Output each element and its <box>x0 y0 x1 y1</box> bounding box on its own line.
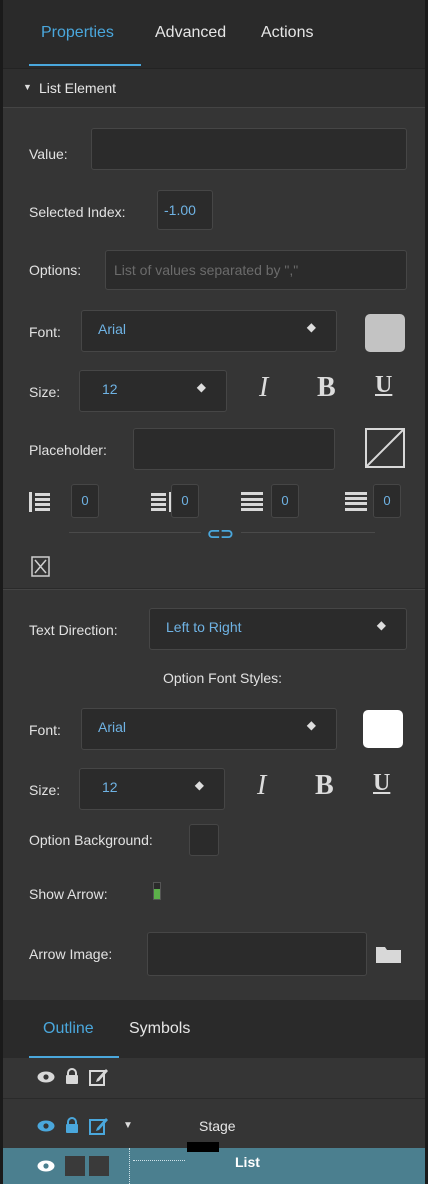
lock-icon[interactable] <box>65 1068 79 1084</box>
option-background-swatch[interactable] <box>189 824 219 856</box>
folder-icon[interactable] <box>375 944 403 964</box>
outline-header-row <box>3 1058 425 1099</box>
size-select-value: 12 <box>102 381 118 397</box>
italic-button[interactable]: I <box>259 372 268 404</box>
font-color-swatch[interactable] <box>365 314 405 352</box>
padding-link-line-left <box>69 532 201 533</box>
outline-row-label: Stage <box>199 1118 236 1134</box>
properties-tab-bar: Properties Advanced Actions <box>3 0 425 68</box>
arrow-image-label: Arrow Image: <box>29 946 113 962</box>
show-arrow-toggle[interactable] <box>153 882 161 900</box>
option-background-label: Option Background: <box>29 832 153 848</box>
bold-button[interactable]: B <box>317 372 336 404</box>
dropdown-arrows-icon: ◆ <box>194 778 204 792</box>
align-right-icon <box>151 492 172 512</box>
eye-icon[interactable] <box>37 1071 55 1083</box>
option-font-label: Font: <box>29 722 61 738</box>
expand-triangle-icon[interactable]: ▼ <box>123 1120 133 1131</box>
padding-bottom-input[interactable]: 0 <box>373 484 401 518</box>
option-italic-button[interactable]: I <box>257 770 266 802</box>
tab-properties[interactable]: Properties <box>41 24 114 42</box>
font-label: Font: <box>29 324 61 340</box>
option-font-select[interactable]: Arial ◆ <box>81 708 337 750</box>
outline-list-row[interactable]: List <box>3 1142 425 1184</box>
option-size-label: Size: <box>29 782 61 798</box>
edit-icon[interactable] <box>89 1067 109 1087</box>
option-underline-button[interactable]: U <box>373 770 390 797</box>
show-arrow-label: Show Arrow: <box>29 886 108 902</box>
tree-line <box>129 1148 131 1184</box>
underline-button[interactable]: U <box>375 372 392 399</box>
selected-index-label: Selected Index: <box>29 204 126 220</box>
lock-placeholder-box[interactable] <box>65 1156 85 1176</box>
size-select[interactable]: 12 ◆ <box>79 370 227 412</box>
align-left-icon <box>29 492 50 512</box>
dropdown-arrows-icon: ◆ <box>306 320 316 334</box>
option-font-value: Arial <box>98 719 127 735</box>
option-font-styles-heading: Option Font Styles: <box>163 670 283 686</box>
toggle-on-fill <box>154 889 160 899</box>
padding-right-input[interactable]: 0 <box>171 484 199 518</box>
dropdown-arrows-icon: ◆ <box>306 718 316 732</box>
padding-link-line-right <box>241 532 375 533</box>
lock-icon[interactable] <box>65 1117 79 1133</box>
option-size-select[interactable]: 12 ◆ <box>79 768 225 810</box>
font-select[interactable]: Arial ◆ <box>81 310 337 352</box>
tab-actions[interactable]: Actions <box>261 24 313 42</box>
active-tab-indicator <box>29 64 141 66</box>
collapse-triangle-icon: ▼ <box>23 82 32 92</box>
size-label: Size: <box>29 384 61 400</box>
arrow-image-input[interactable] <box>147 932 367 976</box>
eye-icon[interactable] <box>37 1160 55 1172</box>
align-bottom-icon <box>345 492 367 511</box>
option-bold-button[interactable]: B <box>315 770 334 802</box>
tree-branch <box>133 1160 185 1162</box>
dropdown-arrows-icon: ◆ <box>196 380 206 394</box>
selected-index-value: -1.00 <box>164 202 196 218</box>
reset-icon[interactable] <box>31 556 51 578</box>
tab-outline[interactable]: Outline <box>43 1020 94 1038</box>
dropdown-arrows-icon: ◆ <box>376 618 386 632</box>
outline-row-label: List <box>235 1154 260 1170</box>
outline-stage-row[interactable]: ▼ Stage <box>3 1106 425 1146</box>
text-direction-label: Text Direction: <box>29 622 118 638</box>
padding-top-input[interactable]: 0 <box>271 484 299 518</box>
option-font-color-swatch[interactable] <box>363 710 403 748</box>
text-direction-select[interactable]: Left to Right ◆ <box>149 608 407 650</box>
edit-placeholder-box[interactable] <box>89 1156 109 1176</box>
padding-left-input[interactable]: 0 <box>71 484 99 518</box>
align-top-icon <box>241 492 263 511</box>
placeholder-label: Placeholder: <box>29 442 107 458</box>
section-title: List Element <box>39 80 117 96</box>
selected-index-input[interactable]: -1.00 <box>157 190 213 230</box>
option-size-value: 12 <box>102 779 118 795</box>
link-icon[interactable]: ⊂⊃ <box>207 524 234 544</box>
value-input[interactable] <box>91 128 407 170</box>
options-placeholder: List of values separated by "," <box>114 262 299 278</box>
options-label: Options: <box>29 262 82 278</box>
section-divider <box>3 588 425 590</box>
text-direction-value: Left to Right <box>166 619 242 635</box>
list-element-section-header[interactable]: ▼ List Element <box>3 68 425 108</box>
value-label: Value: <box>29 146 68 162</box>
tab-symbols[interactable]: Symbols <box>129 1020 190 1038</box>
options-input[interactable]: List of values separated by "," <box>105 250 407 290</box>
list-thumbnail <box>187 1142 219 1152</box>
edit-icon[interactable] <box>89 1116 109 1136</box>
eye-icon[interactable] <box>37 1120 55 1132</box>
properties-panel: Properties Advanced Actions ▼ List Eleme… <box>0 0 428 1184</box>
no-image-icon[interactable] <box>365 428 407 470</box>
tab-advanced[interactable]: Advanced <box>155 24 226 42</box>
outline-tab-bar: Outline Symbols <box>3 1000 425 1058</box>
placeholder-input[interactable] <box>133 428 335 470</box>
font-select-value: Arial <box>98 321 127 337</box>
